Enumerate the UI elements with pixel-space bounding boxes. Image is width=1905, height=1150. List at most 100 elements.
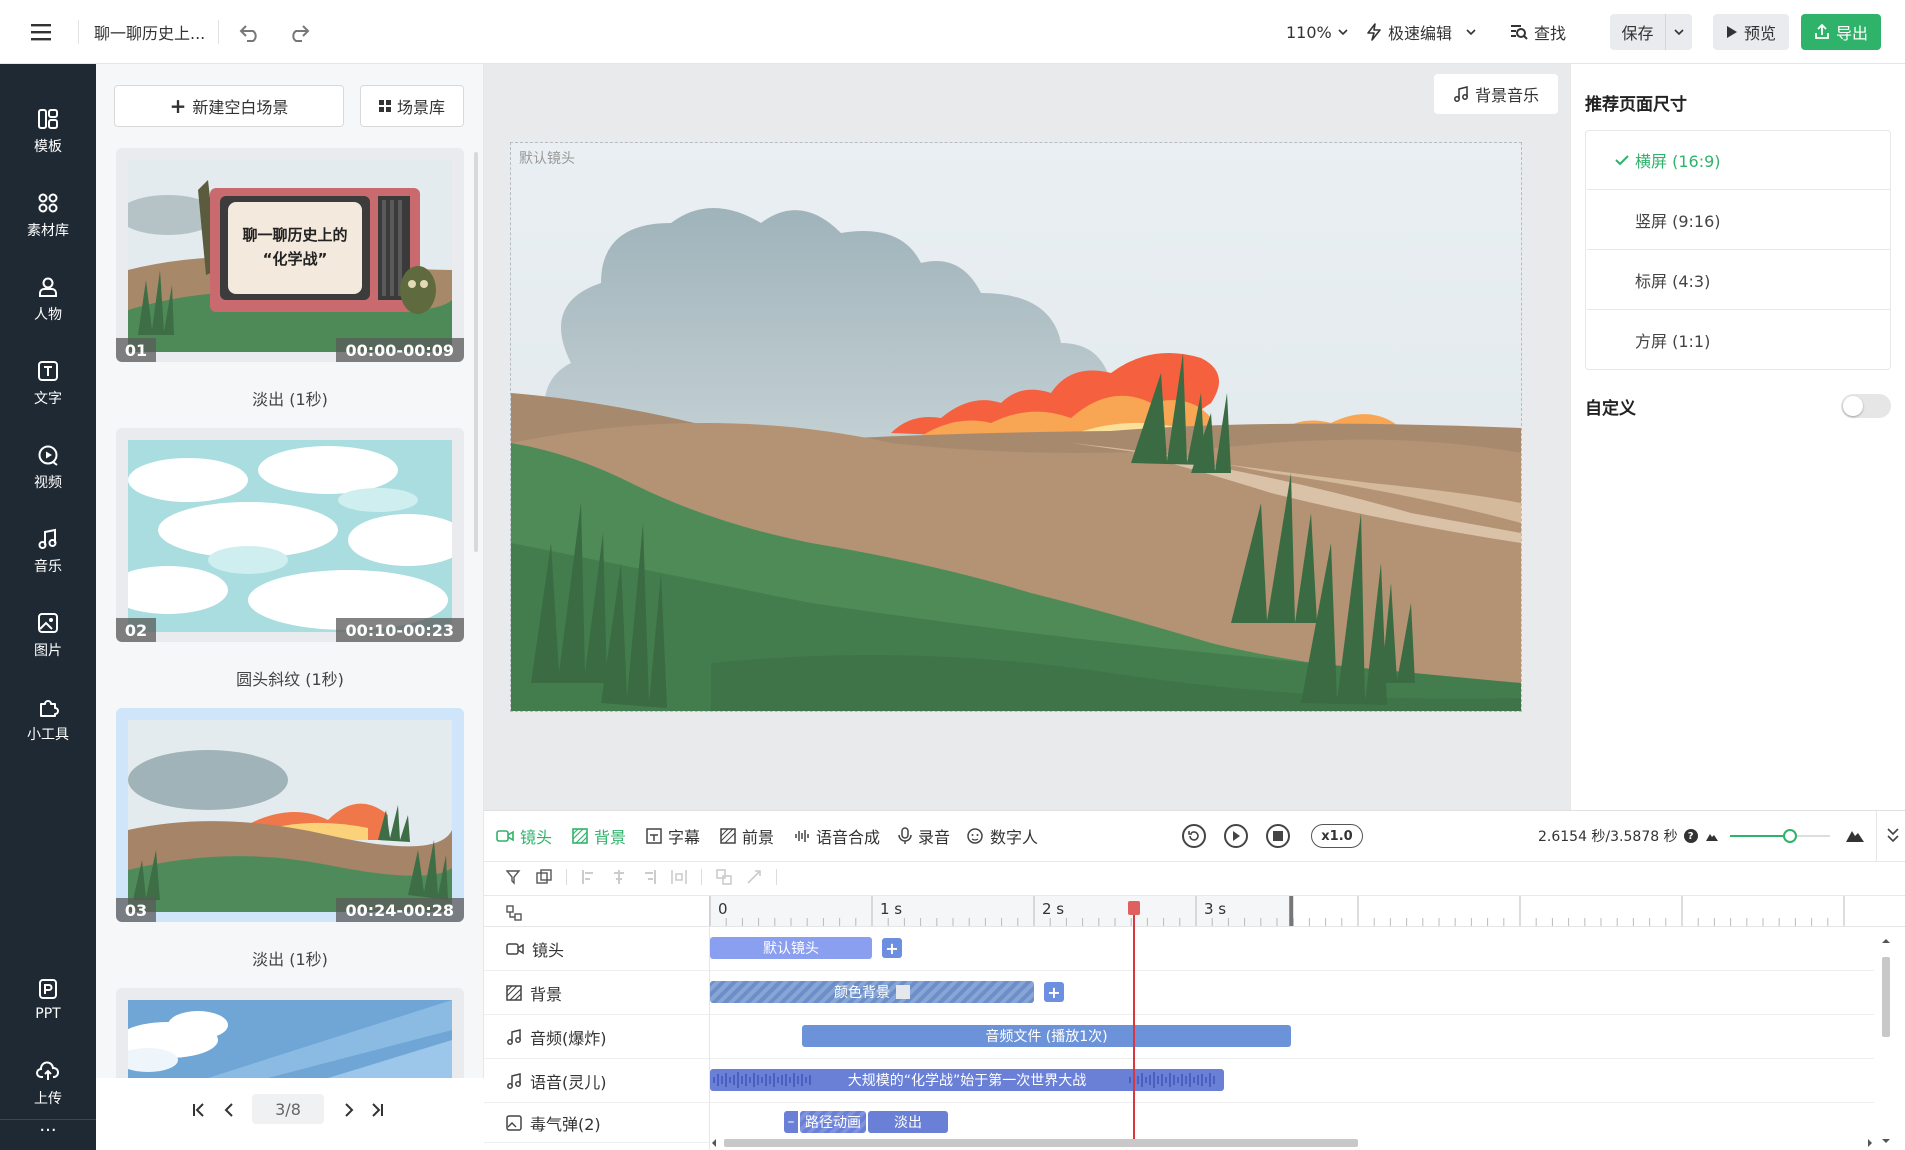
sidebar-item-image[interactable]: 图片 xyxy=(0,600,96,672)
menu-icon[interactable] xyxy=(28,20,54,44)
rewind-button[interactable] xyxy=(1182,824,1206,848)
help-icon[interactable]: ? xyxy=(1683,829,1698,843)
clip-voice[interactable]: 大规模的“化学战”始于第一次世界大战 xyxy=(710,1069,1224,1091)
sidebar-item-person[interactable]: 人物 xyxy=(0,264,96,336)
new-blank-scene-button[interactable]: + 新建空白场景 xyxy=(114,85,344,127)
vertical-scrollbar[interactable] xyxy=(1880,937,1892,1145)
edit-mode-dropdown[interactable]: 极速编辑 xyxy=(1366,20,1476,44)
tab-label: 前景 xyxy=(742,828,775,847)
track-label: 背景 xyxy=(530,984,563,1004)
tab-subtitle[interactable]: 字幕 xyxy=(646,811,700,861)
page-indicator[interactable]: 3/8 xyxy=(252,1094,324,1124)
scene-scrollbar[interactable] xyxy=(474,152,478,552)
text-icon xyxy=(38,361,58,381)
add-background-button[interactable]: + xyxy=(1044,982,1064,1002)
next-page-icon[interactable] xyxy=(342,1100,356,1120)
clip-path-animation[interactable]: 路径动画 xyxy=(800,1111,866,1133)
tab-digital-human[interactable]: 数字人 xyxy=(966,811,1038,861)
layers-icon[interactable] xyxy=(506,905,522,921)
tab-camera[interactable]: 镜头 xyxy=(496,811,552,861)
find-button[interactable]: 查找 xyxy=(1510,20,1566,44)
clip-collapse-button[interactable]: – xyxy=(784,1111,798,1133)
export-icon xyxy=(1815,24,1829,39)
scene-card[interactable]: 聊一聊历史上的 “化学战” 01 00:00-00:09 xyxy=(116,148,464,362)
export-button[interactable]: 导出 xyxy=(1801,14,1881,50)
timeline-zoom-slider[interactable] xyxy=(1730,829,1830,843)
zoom-in-mountain-icon[interactable] xyxy=(1846,828,1864,842)
clip-color-background[interactable]: 颜色背景 xyxy=(710,981,1034,1003)
sidebar-item-label: 图片 xyxy=(34,643,62,659)
stop-button[interactable] xyxy=(1266,824,1290,848)
save-button[interactable]: 保存 xyxy=(1610,14,1666,50)
music-icon xyxy=(38,528,57,549)
prev-page-icon[interactable] xyxy=(222,1100,236,1120)
time-readout: 2.6154 秒/3.5878 秒 ? xyxy=(1538,826,1698,846)
sidebar-item-label: 上传 xyxy=(34,1091,62,1107)
sidebar-item-label: 素材库 xyxy=(27,223,69,239)
custom-size-toggle[interactable] xyxy=(1841,394,1891,418)
microphone-icon xyxy=(898,827,912,844)
redo-icon[interactable] xyxy=(285,18,313,46)
zoom-out-mountain-icon[interactable] xyxy=(1706,831,1718,841)
size-option-1-1[interactable]: 方屏 (1:1) xyxy=(1587,310,1891,370)
time-ruler[interactable]: 0 1 s 2 s 3 s xyxy=(709,896,1905,926)
sidebar-item-ppt[interactable]: PPT xyxy=(0,964,96,1036)
sidebar-item-template[interactable]: 模板 xyxy=(0,96,96,168)
canvas-frame[interactable]: 默认镜头 xyxy=(510,142,1522,712)
playhead[interactable] xyxy=(1127,901,1140,1141)
first-page-icon[interactable] xyxy=(192,1100,206,1120)
scene-card[interactable]: 02 00:10-00:23 xyxy=(116,428,464,642)
more-icon[interactable]: ··· xyxy=(0,1122,96,1144)
size-option-label: 方屏 (1:1) xyxy=(1635,332,1711,351)
scene-library-button[interactable]: 场景库 xyxy=(360,85,464,127)
size-option-9-16[interactable]: 竖屏 (9:16) xyxy=(1587,190,1891,250)
zoom-dropdown[interactable]: 110% xyxy=(1286,20,1348,44)
scene-number: 01 xyxy=(116,338,156,362)
ruler-label: 2 s xyxy=(1042,900,1064,918)
sidebar-item-assets[interactable]: 素材库 xyxy=(0,180,96,252)
sidebar-item-music[interactable]: 音乐 xyxy=(0,516,96,588)
tab-foreground[interactable]: 前景 xyxy=(720,811,774,861)
tab-background[interactable]: 背景 xyxy=(572,811,626,861)
document-title[interactable]: 聊一聊历史上... xyxy=(94,20,205,44)
group-icon xyxy=(536,869,552,884)
lightning-icon xyxy=(1367,23,1381,41)
scene-thumbnail: 聊一聊历史上的 “化学战” xyxy=(128,160,452,352)
scene-transition[interactable]: 淡出 (1秒) xyxy=(96,386,484,410)
resize-icon xyxy=(747,870,761,884)
scene-card[interactable] xyxy=(116,988,464,1078)
last-page-icon[interactable] xyxy=(370,1100,384,1120)
collapse-timeline-icon[interactable] xyxy=(1886,827,1900,843)
clip-fade[interactable]: 淡出 xyxy=(868,1111,948,1133)
horizontal-scrollbar[interactable] xyxy=(710,1136,1874,1148)
clip-default-camera[interactable]: 默认镜头 xyxy=(710,937,872,959)
clip-audio-file[interactable]: 音频文件 (播放1次) xyxy=(802,1025,1291,1047)
undo-icon[interactable] xyxy=(236,18,264,46)
track-camera[interactable]: 镜头 xyxy=(484,927,709,971)
size-option-16-9[interactable]: 横屏 (16:9) xyxy=(1587,130,1891,190)
sidebar-item-tools[interactable]: 小工具 xyxy=(0,684,96,756)
scene-transition[interactable]: 淡出 (1秒) xyxy=(96,946,484,970)
clip-label: 大规模的“化学战”始于第一次世界大战 xyxy=(847,1073,1087,1089)
image-icon xyxy=(38,613,58,633)
track-audio[interactable]: 音频(爆炸) xyxy=(484,1015,709,1059)
track-background[interactable]: 背景 xyxy=(484,971,709,1015)
tab-record[interactable]: 录音 xyxy=(898,811,950,861)
sidebar-item-label: 人物 xyxy=(34,307,62,323)
background-music-button[interactable]: 背景音乐 xyxy=(1434,74,1558,114)
tab-tts[interactable]: 语音合成 xyxy=(794,811,880,861)
playback-speed-button[interactable]: x1.0 xyxy=(1311,824,1363,848)
size-option-4-3[interactable]: 标屏 (4:3) xyxy=(1587,250,1891,310)
track-gas-bomb[interactable]: 毒气弹(2) xyxy=(484,1103,709,1143)
save-options-button[interactable] xyxy=(1666,14,1692,50)
track-voice[interactable]: 语音(灵儿) xyxy=(484,1059,709,1103)
sidebar-item-video[interactable]: 视频 xyxy=(0,432,96,504)
play-button[interactable] xyxy=(1224,824,1248,848)
preview-button[interactable]: 预览 xyxy=(1713,14,1789,50)
sidebar-item-upload[interactable]: 上传 xyxy=(0,1048,96,1120)
scene-card-selected[interactable]: 03 00:24-00:28 xyxy=(116,708,464,922)
size-option-label: 横屏 (16:9) xyxy=(1635,151,1721,171)
add-camera-button[interactable]: + xyxy=(882,938,902,958)
scene-transition[interactable]: 圆头斜纹 (1秒) xyxy=(96,666,484,690)
sidebar-item-text[interactable]: 文字 xyxy=(0,348,96,420)
